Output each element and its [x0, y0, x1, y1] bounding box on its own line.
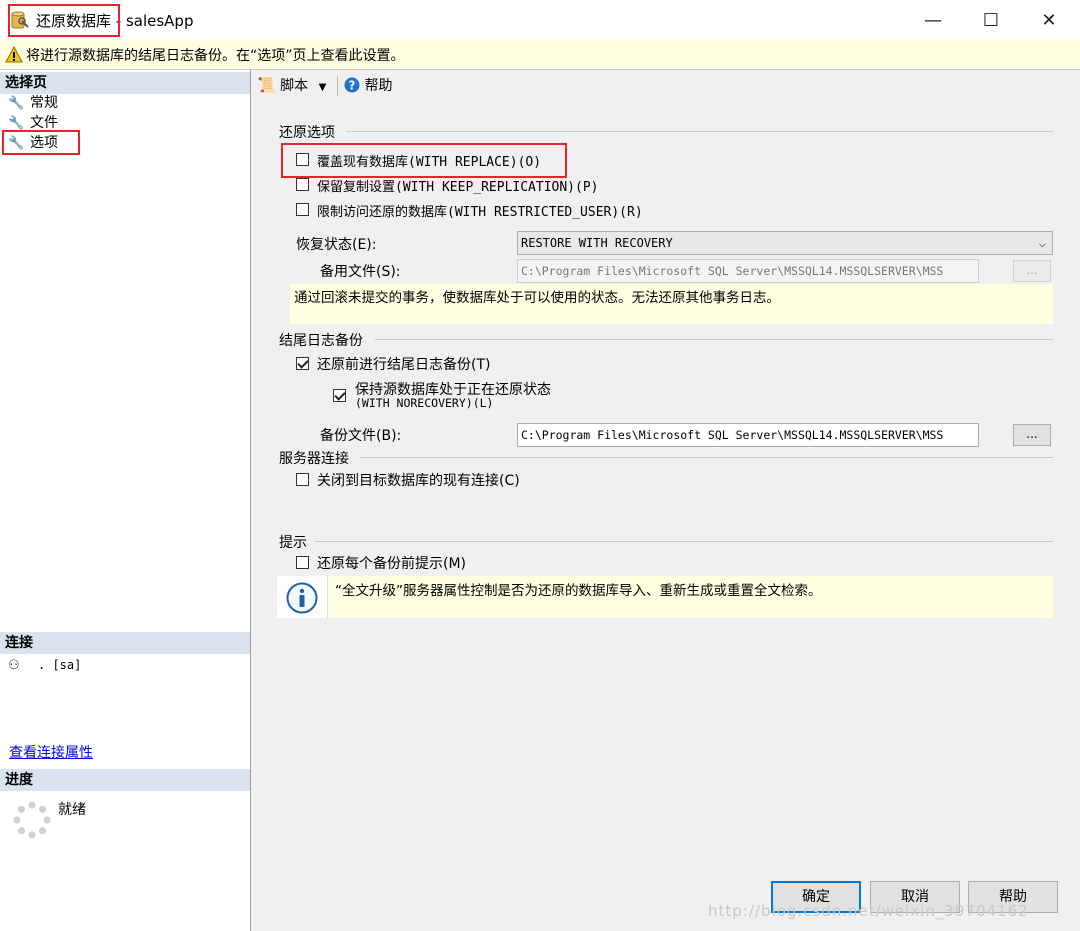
left-pane: 选择页 🔧 常规 🔧 文件 🔧 选项 连接 ⚇. [sa] 查看连接属性 进度 就绪	[0, 70, 251, 931]
server-connections-title: 服务器连接	[279, 451, 349, 467]
recovery-description-text: 通过回滚未提交的事务，使数据库处于可以使用的状态。无法还原其他事务日志。	[294, 290, 780, 306]
page-item-label: 文件	[30, 115, 58, 131]
connection-info: ⚇ . [sa]	[8, 658, 81, 673]
connection-icon: ⚇	[8, 658, 20, 673]
help-toolbar-button[interactable]: ? 帮助	[344, 75, 392, 97]
title-bar: 还原数据库 - salesApp — ☐ ✕	[0, 0, 1080, 41]
tail-log-title: 结尾日志备份	[279, 333, 363, 349]
chevron-down-icon: ⌵	[1038, 236, 1046, 250]
progress-spinner-icon	[13, 801, 51, 839]
info-icon	[286, 582, 318, 614]
standby-browse-button[interactable]: ...	[1013, 260, 1051, 282]
group-divider	[346, 131, 1053, 132]
restore-options-title: 还原选项	[279, 125, 335, 141]
keep-replication-label: 保留复制设置(WITH KEEP_REPLICATION)(P)	[317, 180, 599, 195]
tail-log-backup-label: 还原前进行结尾日志备份(T)	[317, 357, 491, 373]
connection-text: . [sa]	[38, 658, 82, 672]
wrench-icon: 🔧	[8, 96, 25, 111]
recovery-state-value: RESTORE WITH RECOVERY	[521, 236, 673, 250]
watermark: http://blog.csdn.net/weixin_39704162	[708, 902, 1029, 920]
toolbar-divider	[337, 76, 338, 96]
highlight-box-overwrite	[281, 143, 567, 178]
warning-text: 将进行源数据库的结尾日志备份。在“选项”页上查看此设置。	[26, 48, 405, 64]
group-divider	[315, 541, 1053, 542]
script-icon: 📜	[257, 76, 276, 94]
prompt-title: 提示	[279, 535, 307, 551]
restrict-access-checkbox[interactable]	[296, 203, 309, 216]
backup-file-label: 备份文件(B):	[320, 428, 402, 444]
help-icon: ?	[344, 77, 360, 93]
recovery-state-select[interactable]: RESTORE WITH RECOVERY ⌵	[517, 231, 1053, 255]
group-divider	[375, 339, 1053, 340]
info-icon-area	[277, 576, 328, 618]
backup-file-input[interactable]: C:\Program Files\Microsoft SQL Server\MS…	[517, 423, 979, 447]
help-label: 帮助	[364, 78, 393, 94]
select-page-header: 选择页	[0, 72, 250, 94]
leave-restoring-sublabel: (WITH NORECOVERY)(L)	[355, 396, 494, 410]
script-button[interactable]: 📜 脚本 ▼	[257, 75, 326, 97]
minimize-button[interactable]: —	[904, 0, 962, 40]
backup-browse-button[interactable]: ...	[1013, 424, 1051, 446]
standby-file-input[interactable]: C:\Program Files\Microsoft SQL Server\MS…	[517, 259, 979, 283]
script-label: 脚本	[280, 78, 309, 94]
prompt-before-label: 还原每个备份前提示(M)	[317, 556, 467, 572]
prompt-before-checkbox[interactable]	[296, 556, 309, 569]
page-item-general[interactable]: 🔧 常规	[8, 93, 58, 113]
recovery-state-label: 恢复状态(E):	[296, 237, 377, 253]
leave-restoring-checkbox[interactable]	[333, 389, 346, 402]
close-connections-checkbox[interactable]	[296, 473, 309, 486]
svg-text:?: ?	[349, 79, 356, 93]
keep-replication-checkbox[interactable]	[296, 178, 309, 191]
highlight-box-title	[8, 4, 120, 37]
recovery-description-box: 通过回滚未提交的事务，使数据库处于可以使用的状态。无法还原其他事务日志。	[290, 284, 1053, 324]
maximize-button[interactable]: ☐	[962, 0, 1020, 40]
group-divider	[360, 457, 1053, 458]
chevron-down-icon: ▼	[318, 82, 327, 93]
tail-log-backup-checkbox[interactable]	[296, 357, 309, 370]
view-connection-properties-link[interactable]: 查看连接属性	[9, 742, 93, 762]
standby-file-label: 备用文件(S):	[320, 264, 401, 280]
close-connections-label: 关闭到目标数据库的现有连接(C)	[317, 473, 520, 489]
warning-icon	[5, 46, 23, 63]
highlight-box-options	[2, 130, 80, 155]
fulltext-info-box: “全文升级”服务器属性控制是否为还原的数据库导入、重新生成或重置全文检索。	[277, 576, 1053, 618]
warning-bar: 将进行源数据库的结尾日志备份。在“选项”页上查看此设置。	[0, 40, 1080, 70]
progress-status: 就绪	[58, 802, 86, 818]
close-button[interactable]: ✕	[1020, 0, 1078, 40]
fulltext-info-text: “全文升级”服务器属性控制是否为还原的数据库导入、重新生成或重置全文检索。	[335, 583, 822, 599]
restrict-access-label: 限制访问还原的数据库(WITH RESTRICTED_USER)(R)	[317, 205, 643, 220]
page-item-label: 常规	[30, 95, 58, 111]
progress-header: 进度	[0, 769, 250, 791]
connection-header: 连接	[0, 632, 250, 654]
